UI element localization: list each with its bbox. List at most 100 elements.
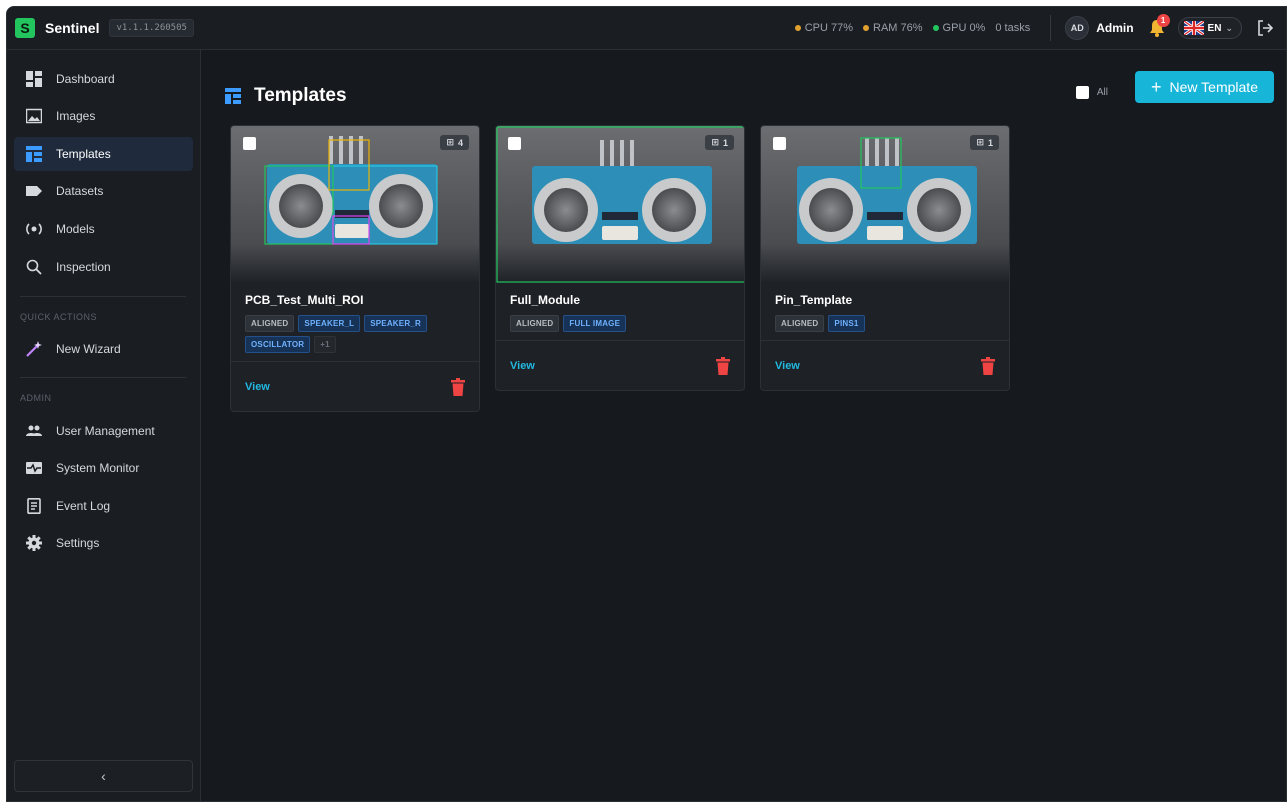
new-template-label: New Template xyxy=(1169,79,1258,95)
roi-grid-icon: ⊞ xyxy=(976,137,984,147)
ram-label: RAM 76% xyxy=(873,22,923,34)
cpu-stat: CPU 77% xyxy=(794,22,854,34)
main-content: Templates All + New Template ⊞ 4 PCB_Tes… xyxy=(202,50,1286,801)
sidebar-item-datasets[interactable]: Datasets xyxy=(14,174,193,208)
user-name[interactable]: Admin xyxy=(1096,21,1133,35)
sidebar-divider xyxy=(20,296,186,297)
image-icon xyxy=(26,108,42,124)
language-label: EN xyxy=(1207,22,1222,34)
roi-tag: SPEAKER_R xyxy=(364,315,427,332)
model-icon xyxy=(26,223,42,235)
select-all-toggle[interactable]: All xyxy=(1075,86,1108,99)
roi-tag: SPEAKER_L xyxy=(298,315,361,332)
sidebar-item-label: Inspection xyxy=(56,260,111,274)
roi-tag: OSCILLATOR xyxy=(245,336,311,353)
sidebar-item-event-log[interactable]: Event Log xyxy=(14,489,193,523)
roi-count-badge: ⊞ 1 xyxy=(705,135,734,150)
sidebar-item-label: Templates xyxy=(56,147,111,161)
sidebar-item-dashboard[interactable]: Dashboard xyxy=(14,62,193,96)
template-thumbnail[interactable]: ⊞ 1 xyxy=(761,126,1009,283)
sidebar-item-inspection[interactable]: Inspection xyxy=(14,250,193,284)
status-tag: ALIGNED xyxy=(775,315,825,332)
card-select-checkbox[interactable] xyxy=(508,137,521,150)
sidebar-collapse-button[interactable]: ‹ xyxy=(14,760,193,792)
view-link[interactable]: View xyxy=(775,360,800,372)
template-card[interactable]: ⊞ 1 Pin_Template ALIGNED PINS1 View xyxy=(760,125,1010,391)
monitor-icon xyxy=(26,462,42,474)
template-thumbnail[interactable]: ⊞ 1 xyxy=(496,126,744,283)
tasks-count[interactable]: 0 tasks xyxy=(995,22,1030,34)
plus-icon: + xyxy=(1151,77,1162,97)
sidebar: Dashboard Images Templates Datasets Mode… xyxy=(7,50,201,801)
logout-icon[interactable] xyxy=(1256,19,1274,37)
tag-list: ALIGNED FULL IMAGE xyxy=(510,315,730,332)
app-window: S Sentinel v1.1.1.260505 CPU 77% RAM 76%… xyxy=(6,6,1287,802)
app-logo[interactable]: S xyxy=(15,18,35,38)
select-all-checkbox[interactable] xyxy=(1075,86,1089,99)
card-footer: View xyxy=(761,340,1009,390)
section-label-admin: ADMIN xyxy=(20,393,52,403)
sidebar-item-label: Settings xyxy=(56,536,100,550)
sidebar-item-label: System Monitor xyxy=(56,461,140,475)
sidebar-item-models[interactable]: Models xyxy=(14,212,193,246)
trash-icon[interactable] xyxy=(451,377,465,396)
new-template-button[interactable]: + New Template xyxy=(1135,71,1274,103)
template-card[interactable]: ⊞ 4 PCB_Test_Multi_ROI ALIGNED SPEAKER_L … xyxy=(230,125,480,412)
page-title-text: Templates xyxy=(254,85,347,106)
template-card[interactable]: ⊞ 1 Full_Module ALIGNED FULL IMAGE View xyxy=(495,125,745,391)
card-body: PCB_Test_Multi_ROI ALIGNED SPEAKER_L SPE… xyxy=(231,283,479,353)
status-dot-icon xyxy=(863,25,870,31)
roi-tag: PINS1 xyxy=(828,315,865,332)
page-title: Templates xyxy=(224,85,347,107)
notification-bell-icon[interactable]: 1 xyxy=(1148,14,1170,38)
gpu-label: GPU 0% xyxy=(942,22,986,34)
roi-count-value: 4 xyxy=(457,137,463,148)
sidebar-item-label: Dashboard xyxy=(56,72,115,86)
sidebar-item-user-management[interactable]: User Management xyxy=(14,414,193,448)
ram-stat: RAM 76% xyxy=(863,22,923,34)
sidebar-item-new-wizard[interactable]: New Wizard xyxy=(14,332,193,366)
system-stats: CPU 77% RAM 76% GPU 0% 0 tasks xyxy=(794,22,1030,34)
status-tag: ALIGNED xyxy=(245,315,295,332)
status-tag: ALIGNED xyxy=(510,315,560,332)
more-tags-badge: +1 xyxy=(314,336,336,353)
sidebar-item-system-monitor[interactable]: System Monitor xyxy=(14,451,193,485)
tag-list: ALIGNED PINS1 xyxy=(775,315,995,332)
sidebar-item-label: Datasets xyxy=(56,184,104,198)
sidebar-divider xyxy=(20,377,186,378)
sidebar-item-images[interactable]: Images xyxy=(14,99,193,133)
log-icon xyxy=(27,498,41,514)
sidebar-item-templates[interactable]: Templates xyxy=(14,137,193,171)
search-icon xyxy=(26,259,42,275)
roi-tag: FULL IMAGE xyxy=(563,315,627,332)
tag-icon xyxy=(26,186,42,196)
roi-grid-icon: ⊞ xyxy=(711,137,719,147)
sidebar-item-settings[interactable]: Settings xyxy=(14,526,193,560)
card-select-checkbox[interactable] xyxy=(773,137,786,150)
cpu-label: CPU 77% xyxy=(804,22,854,34)
notification-badge: 1 xyxy=(1156,14,1170,27)
trash-icon[interactable] xyxy=(716,356,730,375)
card-select-checkbox[interactable] xyxy=(243,137,256,150)
sidebar-item-label: User Management xyxy=(56,424,155,438)
view-link[interactable]: View xyxy=(510,360,535,372)
status-dot-icon xyxy=(794,25,801,31)
trash-icon[interactable] xyxy=(981,356,995,375)
roi-count-value: 1 xyxy=(987,137,993,148)
view-link[interactable]: View xyxy=(245,381,270,393)
dashboard-icon xyxy=(26,71,42,87)
top-bar: S Sentinel v1.1.1.260505 CPU 77% RAM 76%… xyxy=(7,7,1286,50)
status-dot-icon xyxy=(932,25,939,31)
roi-count-value: 1 xyxy=(722,137,728,148)
sidebar-item-label: Models xyxy=(56,222,95,236)
template-thumbnail[interactable]: ⊞ 4 xyxy=(231,126,479,283)
section-label-quick-actions: QUICK ACTIONS xyxy=(20,312,98,322)
language-selector[interactable]: EN ⌄ xyxy=(1177,17,1242,39)
sidebar-item-label: New Wizard xyxy=(56,342,121,356)
app-name: Sentinel xyxy=(45,20,100,36)
avatar[interactable]: AD xyxy=(1065,16,1090,40)
card-footer: View xyxy=(496,340,744,390)
card-body: Pin_Template ALIGNED PINS1 xyxy=(761,283,1009,332)
chevron-down-icon: ⌄ xyxy=(1225,22,1233,33)
card-title: PCB_Test_Multi_ROI xyxy=(245,293,364,307)
